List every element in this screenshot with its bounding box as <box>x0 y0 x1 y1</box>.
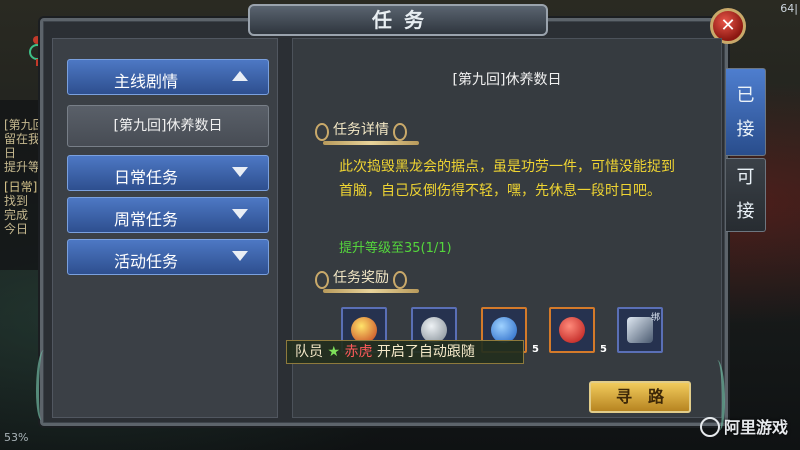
leaf-ornament-icon <box>36 350 49 420</box>
window-title-bar: 任务 <box>248 4 548 36</box>
red-pill-item-icon <box>559 317 585 343</box>
tab-label: 接 <box>736 201 755 222</box>
quest-list-item[interactable]: [第九回]休养数日 <box>67 105 269 147</box>
quest-title: [第九回]休养数日 <box>452 72 562 88</box>
bound-badge: 绑 <box>650 313 660 323</box>
chevron-down-icon <box>232 167 248 177</box>
category-label: 主线剧情 <box>114 72 179 91</box>
chevron-down-icon <box>232 251 248 261</box>
notice-text: 开启了自动跟随 <box>376 344 475 360</box>
quest-category-list: 主线剧情 [第九回]休养数日 日常任务 周常任务 活动任务 <box>52 38 278 418</box>
tab-label: 可 <box>736 167 755 188</box>
watermark-text: 阿里游戏 <box>723 418 788 437</box>
item-count: 5 <box>532 344 539 355</box>
category-label: 周常任务 <box>114 210 179 229</box>
chevron-down-icon <box>232 209 248 219</box>
rewards-heading: 任务奖励 <box>315 267 407 289</box>
reward-slot[interactable]: 绑 <box>617 307 663 353</box>
category-daily[interactable]: 日常任务 <box>67 155 269 191</box>
system-notice: 队员 ★ 赤虎 开启了自动跟随 <box>286 340 524 364</box>
watermark-logo-icon <box>699 417 720 437</box>
player-name: 赤虎 <box>344 344 373 360</box>
category-main-story[interactable]: 主线剧情 <box>67 59 269 95</box>
experience-percent: 53% <box>4 431 29 444</box>
divider <box>323 289 419 293</box>
category-weekly[interactable]: 周常任务 <box>67 197 269 233</box>
notice-prefix: 队员 <box>295 344 323 360</box>
window-title: 任务 <box>372 8 436 32</box>
pathfind-button[interactable]: 寻路 <box>589 381 691 413</box>
close-icon: ✕ <box>720 15 736 36</box>
reward-slot[interactable]: 5 <box>549 307 607 355</box>
tab-label: 已 <box>736 85 755 106</box>
category-label: 活动任务 <box>114 252 179 271</box>
status-readout: 64| <box>780 2 798 15</box>
item-count: 5 <box>600 344 607 355</box>
tab-available[interactable]: 可 接 <box>726 158 766 232</box>
details-heading: 任务详情 <box>315 119 407 141</box>
tab-label: 接 <box>736 119 755 140</box>
quest-description: 此次捣毁黑龙会的据点，虽是功劳一件，可惜没能捉到首脑，自己反倒伤得不轻，嘿，先休… <box>339 159 675 199</box>
tab-accepted[interactable]: 已 接 <box>726 68 766 156</box>
category-label: 日常任务 <box>114 168 179 187</box>
quest-goal: 提升等级至35(1/1) <box>339 241 452 256</box>
chevron-up-icon <box>232 71 248 81</box>
watermark: 阿里游戏 <box>699 414 788 438</box>
category-event[interactable]: 活动任务 <box>67 239 269 275</box>
blade-item-icon <box>627 317 653 343</box>
divider <box>323 141 419 145</box>
star-icon: ★ <box>327 344 341 360</box>
